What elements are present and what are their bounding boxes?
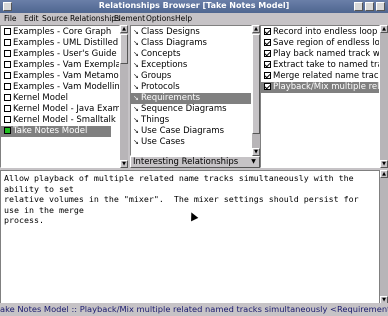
checkbox-icon[interactable] — [4, 94, 11, 101]
status-text: ake Notes Model :: Playback/Mix multiple… — [0, 304, 388, 314]
categories-list: ↘ Class Designs ↘ Class Diagrams ↘ Concepts… — [130, 25, 252, 156]
scroll-thumb[interactable] — [252, 34, 260, 134]
checkbox-icon[interactable] — [4, 83, 11, 90]
scroll-up-icon[interactable]: ▲ — [252, 25, 260, 33]
checkbox-icon[interactable] — [264, 28, 271, 35]
checkbox-icon[interactable] — [4, 72, 11, 79]
list-item[interactable]: Merge related name tracks — [261, 71, 379, 82]
menu-element[interactable]: Element — [114, 14, 145, 23]
list-item[interactable]: Examples - UML Distilled — [1, 38, 119, 49]
menu-options[interactable]: Options — [146, 14, 175, 23]
menu-help[interactable]: Help — [175, 14, 192, 23]
list-item[interactable]: ↘ Exceptions — [131, 60, 251, 71]
checkbox-icon[interactable] — [264, 50, 271, 57]
close-icon[interactable] — [376, 2, 385, 11]
list-item[interactable]: ↘ Protocols — [131, 82, 251, 93]
list-item[interactable]: Kernel Model - Java Exam — [1, 104, 119, 115]
status-bar: ake Notes Model :: Playback/Mix multiple… — [0, 303, 388, 316]
link-icon: ↘ — [133, 116, 139, 124]
link-icon: ↘ — [133, 50, 139, 58]
link-icon: ↘ — [133, 138, 139, 146]
menu-source[interactable]: Source — [42, 14, 68, 23]
menu-edit[interactable]: Edit — [24, 14, 39, 23]
list-item[interactable]: Examples - User's Guide Ex — [1, 49, 119, 60]
list-item[interactable]: ↘ Things — [131, 115, 251, 126]
checkbox-icon[interactable] — [4, 105, 11, 112]
checkbox-icon[interactable] — [4, 127, 11, 134]
link-icon: ↘ — [133, 39, 139, 47]
relationship-filter-dropdown[interactable]: Interesting Relationships ▼ — [130, 156, 260, 168]
chevron-down-icon[interactable]: ▼ — [249, 158, 258, 166]
menu-relationships[interactable]: Relationships — [70, 14, 120, 23]
scroll-down-icon[interactable]: ▼ — [252, 148, 260, 156]
menu-file[interactable]: File — [4, 14, 17, 23]
menu-bar: File Edit Source Relationships Element O… — [0, 13, 388, 25]
list-item[interactable]: ↘ Concepts — [131, 49, 251, 60]
scroll-up-icon[interactable]: ▲ — [120, 25, 128, 33]
title-bar: Relationships Browser [Take Notes Model] — [0, 0, 388, 13]
link-icon: ↘ — [133, 72, 139, 80]
list-item[interactable]: ↘ Class Designs — [131, 27, 251, 38]
list-item-selected[interactable]: ↘ Requirements — [131, 93, 251, 104]
list-item[interactable]: ↘ Use Case Diagrams — [131, 126, 251, 137]
requirements-list: Record into endless loop Save region of … — [260, 25, 380, 168]
link-icon: ↘ — [133, 61, 139, 69]
link-icon: ↘ — [133, 105, 139, 113]
checkbox-icon[interactable] — [264, 83, 271, 90]
list-item[interactable]: Examples - Vam Modelling — [1, 82, 119, 93]
list-item[interactable]: Record into endless loop — [261, 27, 379, 38]
link-icon: ↘ — [133, 127, 139, 135]
link-icon: ↘ — [133, 83, 139, 91]
scroll-down-icon[interactable]: ▼ — [380, 160, 388, 168]
list-item-selected[interactable]: Take Notes Model — [1, 126, 111, 137]
minimize-icon[interactable] — [354, 2, 363, 11]
list-item[interactable]: ↘ Sequence Diagrams — [131, 104, 251, 115]
requirements-scrollbar[interactable]: ▲ ▼ — [380, 25, 388, 168]
checkbox-icon[interactable] — [4, 61, 11, 68]
list-item[interactable]: Examples - Vam Exemplar — [1, 60, 119, 71]
list-item[interactable]: ↘ Use Cases — [131, 137, 251, 148]
link-icon: ↘ — [133, 94, 139, 102]
list-item[interactable]: Extract take to named tra — [261, 60, 379, 71]
list-item[interactable]: Save region of endless loo — [261, 38, 379, 49]
list-item[interactable]: Examples - Core Graph — [1, 27, 119, 38]
scroll-up-icon[interactable]: ▲ — [380, 170, 388, 178]
checkbox-icon[interactable] — [264, 72, 271, 79]
checkbox-icon[interactable] — [4, 50, 11, 57]
link-icon: ↘ — [133, 28, 139, 36]
list-item-selected[interactable]: Playback/Mix multiple rela — [261, 82, 379, 93]
list-item[interactable]: Kernel Model — [1, 93, 119, 104]
list-item[interactable]: ↘ Groups — [131, 71, 251, 82]
models-scrollbar[interactable]: ▲ ▼ — [120, 25, 128, 168]
categories-scrollbar[interactable]: ▲ ▼ — [252, 25, 260, 156]
maximize-icon[interactable] — [365, 2, 374, 11]
scroll-thumb[interactable] — [120, 34, 128, 64]
list-item[interactable]: Kernel Model - Smalltalk E — [1, 115, 119, 126]
scroll-up-icon[interactable]: ▲ — [380, 25, 388, 33]
list-item[interactable]: Play back named track wh — [261, 49, 379, 60]
checkbox-icon[interactable] — [4, 28, 11, 35]
window-title: Relationships Browser [Take Notes Model] — [98, 1, 290, 10]
list-item[interactable]: ↘ Class Diagrams — [131, 38, 251, 49]
list-item[interactable]: Examples - Vam Metamode — [1, 71, 119, 82]
description-scrollbar[interactable]: ▲ ▼ — [380, 170, 388, 304]
models-list: Examples - Core Graph Examples - UML Dis… — [0, 25, 120, 168]
scroll-down-icon[interactable]: ▼ — [120, 160, 128, 168]
checkbox-icon[interactable] — [264, 61, 271, 68]
checkbox-icon[interactable] — [264, 39, 271, 46]
checkbox-icon[interactable] — [4, 39, 11, 46]
checkbox-icon[interactable] — [4, 116, 11, 123]
description-text-area[interactable]: Allow playback of multiple related name … — [0, 170, 380, 304]
